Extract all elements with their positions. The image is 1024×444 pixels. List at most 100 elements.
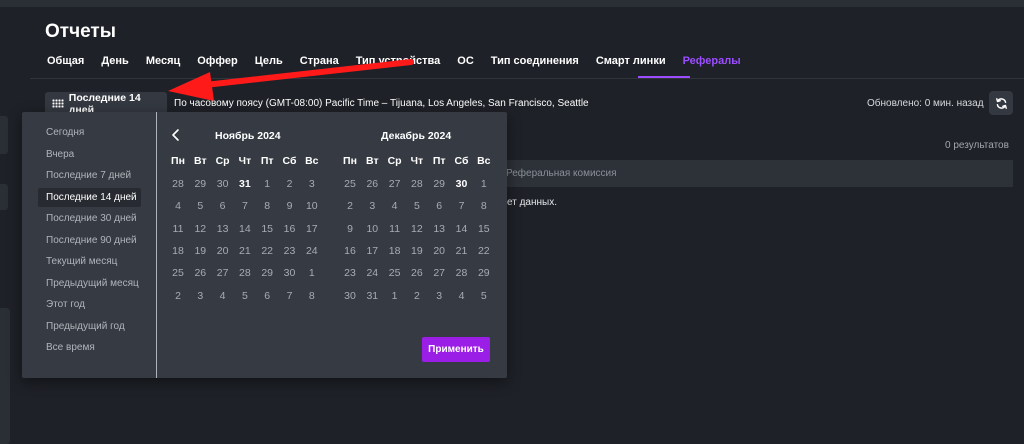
preset-item[interactable]: Последние 7 дней xyxy=(38,166,141,185)
left-panel-edge xyxy=(0,116,8,154)
calendar-day: 3 xyxy=(197,289,204,302)
calendar-day: 17 xyxy=(366,244,379,257)
tab-8[interactable]: Тип соединения xyxy=(491,55,579,67)
tab-0[interactable]: Общая xyxy=(47,55,84,67)
calendar-day: 12 xyxy=(194,222,207,235)
calendar-day: 8 xyxy=(264,200,271,213)
weekday-label: Вс xyxy=(305,155,319,167)
calendar-day: 25 xyxy=(172,267,184,280)
calendar-day: 30 xyxy=(216,178,229,190)
report-tabs: Общая День Месяц Оффер Цель Страна Тип устройс… xyxy=(47,55,758,67)
weekday-label: Ср xyxy=(387,155,402,167)
calendar-day: 1 xyxy=(264,178,271,190)
calendar-day: 6 xyxy=(264,289,271,302)
calendar-day: 10 xyxy=(305,200,318,213)
tab-1[interactable]: День xyxy=(101,55,129,67)
calendar-day: 27 xyxy=(433,267,446,280)
tab-7[interactable]: ОС xyxy=(457,55,474,67)
weekday-label: Вт xyxy=(366,155,379,167)
calendar-day: 26 xyxy=(411,267,423,280)
apply-button[interactable]: Применить xyxy=(422,337,490,362)
calendar-day: 28 xyxy=(455,267,468,280)
calendar-day: 8 xyxy=(480,200,487,213)
calendar-day: 11 xyxy=(172,222,184,235)
preset-list: Сегодня Вчера Последние 7 дней Последние 14… xyxy=(22,112,156,378)
tab-2[interactable]: Месяц xyxy=(146,55,180,67)
calendar-day: 1 xyxy=(308,267,315,280)
prev-month-button[interactable] xyxy=(169,128,183,142)
weekday-label: Ср xyxy=(215,155,230,167)
month-title-december: Декабрь 2024 xyxy=(381,130,452,142)
calendar-day: 19 xyxy=(194,244,207,257)
calendar-grid-icon xyxy=(52,99,64,108)
calendar-day: 8 xyxy=(308,289,315,302)
refresh-button[interactable] xyxy=(989,91,1013,115)
weekday-label: Чт xyxy=(238,155,252,167)
tab-9[interactable]: Смарт линки xyxy=(596,55,666,67)
calendar-day: 9 xyxy=(286,200,293,213)
calendar-day: 25 xyxy=(388,267,401,280)
calendar-day: 30 xyxy=(283,267,296,280)
tab-4[interactable]: Цель xyxy=(255,55,283,67)
calendar-day: 21 xyxy=(239,244,251,257)
chevron-left-icon xyxy=(172,129,179,141)
calendar-day: 15 xyxy=(261,222,274,235)
tab-6[interactable]: Тип устройства xyxy=(356,55,441,67)
picker-divider xyxy=(156,112,157,378)
preset-item[interactable]: Все время xyxy=(38,338,141,357)
calendar-day: 16 xyxy=(283,222,296,235)
calendar-day: 30 xyxy=(344,289,356,302)
calendar-day: 14 xyxy=(455,222,468,235)
calendar-day: 4 xyxy=(391,200,398,213)
tab-10[interactable]: Рефералы xyxy=(683,55,741,67)
preset-item[interactable]: Последние 30 дней xyxy=(38,209,141,228)
tab-5[interactable]: Страна xyxy=(300,55,339,67)
calendar-day: 4 xyxy=(219,289,226,302)
calendar-day: 17 xyxy=(305,222,318,235)
calendar-day: 7 xyxy=(241,200,248,213)
calendar-day: 18 xyxy=(388,244,401,257)
preset-item[interactable]: Предыдущий месяц xyxy=(38,274,141,293)
calendar-day[interactable]: 31 xyxy=(234,174,256,195)
preset-item[interactable]: Последние 14 дней xyxy=(38,187,141,207)
calendar-day: 4 xyxy=(175,200,181,213)
calendar-day: 10 xyxy=(366,222,379,235)
calendar-day: 4 xyxy=(458,289,465,302)
empty-state-text: ет данных. xyxy=(507,197,557,208)
preset-item[interactable]: Текущий месяц xyxy=(38,252,141,271)
calendar-day: 18 xyxy=(172,244,184,257)
left-panel-edge xyxy=(0,308,10,444)
weekday-label: Пн xyxy=(343,155,357,167)
calendar-day: 12 xyxy=(411,222,423,235)
calendar-day: 28 xyxy=(172,178,184,190)
calendar-day: 7 xyxy=(458,200,465,213)
preset-item[interactable]: Сегодня xyxy=(38,123,141,142)
calendar-day: 24 xyxy=(305,244,318,257)
calendar-day: 26 xyxy=(366,178,379,190)
column-header-referral-commission: Реферальная комиссия xyxy=(506,168,617,179)
calendar-day: 23 xyxy=(283,244,296,257)
calendar-day: 11 xyxy=(389,222,401,235)
preset-item[interactable]: Предыдущий год xyxy=(38,317,141,336)
calendar-day: 6 xyxy=(436,200,443,213)
calendar-day: 27 xyxy=(388,178,401,190)
weekday-label: Пн xyxy=(171,155,185,167)
calendar-day[interactable]: 30 xyxy=(451,174,473,195)
date-picker-popup: Сегодня Вчера Последние 7 дней Последние 14… xyxy=(22,112,507,378)
page-title: Отчеты xyxy=(45,21,116,42)
preset-item[interactable]: Последние 90 дней xyxy=(38,231,141,250)
calendar-day: 28 xyxy=(239,267,251,280)
weekday-label: Сб xyxy=(282,155,297,167)
calendar-day: 3 xyxy=(369,200,376,213)
preset-item[interactable]: Вчера xyxy=(38,145,141,164)
calendar-day: 7 xyxy=(286,289,293,302)
calendar-day: 31 xyxy=(366,289,379,302)
calendar-day: 27 xyxy=(216,267,229,280)
weekday-label: Пт xyxy=(260,155,274,167)
calendar-day: 6 xyxy=(219,200,226,213)
tab-3[interactable]: Оффер xyxy=(197,55,238,67)
preset-item[interactable]: Этот год xyxy=(38,295,141,314)
refresh-icon xyxy=(995,97,1007,109)
calendar-day: 3 xyxy=(308,178,315,190)
calendar-day: 21 xyxy=(455,244,468,257)
